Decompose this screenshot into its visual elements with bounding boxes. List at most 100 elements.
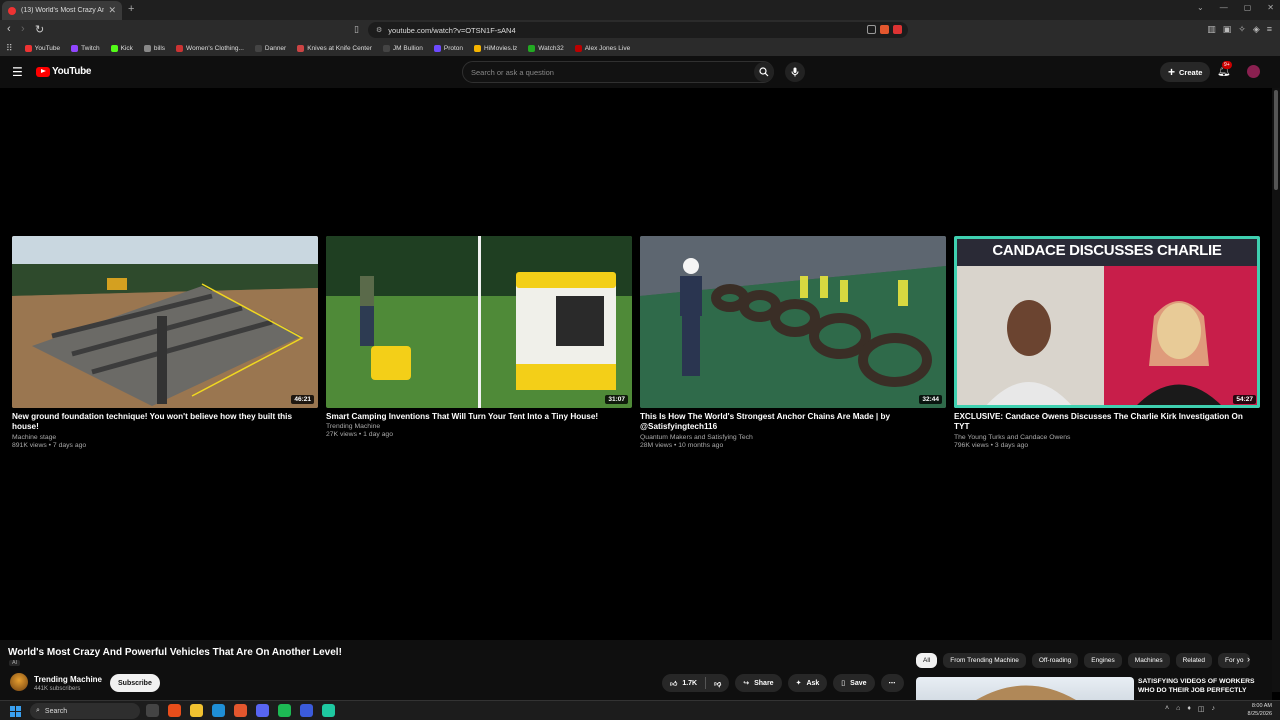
video-channel[interactable]: Quantum Makers and Satisfying Tech (640, 434, 946, 441)
search-input[interactable]: Search or ask a question (462, 61, 774, 83)
voice-search-button[interactable] (785, 62, 805, 82)
video-channel[interactable]: Machine stage (12, 434, 318, 441)
filter-chip[interactable]: Engines (1084, 653, 1122, 668)
bookmark-icon[interactable]: ▯ (354, 24, 359, 35)
end-screen-video-card[interactable]: 32:44 This Is How The World's Strongest … (640, 236, 946, 449)
video-title[interactable]: EXCLUSIVE: Candace Owens Discusses The C… (954, 412, 1260, 433)
bookmark-item[interactable]: JM Bullion (382, 44, 423, 52)
system-clock[interactable]: 8:00 AM 8/25/2026 (1240, 703, 1272, 718)
channel-name[interactable]: Trending Machine (34, 675, 102, 684)
page-scrollbar[interactable] (1272, 88, 1280, 692)
channel-avatar[interactable] (10, 673, 28, 691)
minimize-button[interactable]: — (1220, 3, 1228, 12)
app-icon[interactable] (322, 704, 335, 717)
browser-tab-active[interactable]: (13) World's Most Crazy And Po... ✕ (2, 1, 122, 20)
video-thumbnail[interactable]: 31:07 (326, 236, 632, 408)
save-button[interactable]: ▯ Save (833, 674, 875, 692)
guide-menu-icon[interactable]: ☰ (12, 65, 23, 79)
brave-icon[interactable] (234, 704, 247, 717)
bookmark-item[interactable]: Knives at Knife Center (297, 44, 372, 52)
brave-shields-icon[interactable] (880, 25, 889, 34)
chevron-up-icon[interactable]: ˄ (1165, 705, 1169, 713)
address-bar[interactable]: ⚙ youtube.com/watch?v=OTSN1F-sAN4 (368, 22, 908, 38)
create-button[interactable]: + Create (1160, 62, 1211, 82)
maximize-button[interactable]: ▢ (1244, 3, 1252, 12)
spotify-icon[interactable] (278, 704, 291, 717)
search-button[interactable] (754, 62, 774, 82)
ask-button[interactable]: ✦ Ask (787, 674, 828, 692)
video-channel[interactable]: The Young Turks and Candace Owens (954, 434, 1260, 441)
volume-icon[interactable]: ♪ (1212, 705, 1216, 713)
video-player[interactable]: 46:21 New ground foundation technique! Y… (0, 88, 1272, 640)
menu-icon[interactable]: ≡ (1267, 24, 1272, 35)
video-title[interactable]: New ground foundation technique! You won… (12, 412, 318, 433)
tab-close-icon[interactable]: ✕ (108, 5, 116, 16)
rewards-icon[interactable] (893, 25, 902, 34)
filter-chip[interactable]: Off-roading (1031, 653, 1079, 668)
close-window-button[interactable]: ✕ (1267, 3, 1274, 12)
end-screen-video-card[interactable]: CANDACE DISCUSSES CHARLIE 54:27 EXCLUSIV… (954, 236, 1260, 449)
recommended-thumbnail[interactable] (916, 677, 1134, 700)
bookmark-item[interactable]: YouTube (24, 44, 60, 52)
vpn-icon[interactable]: ◈ (1253, 24, 1260, 35)
pin-icon[interactable]: ♦ (1187, 705, 1191, 713)
filter-chip[interactable]: For yo (1218, 653, 1251, 668)
bookmark-item[interactable]: Twitch (71, 44, 100, 52)
subscribe-button[interactable]: Subscribe (110, 674, 160, 692)
end-screen-video-card[interactable]: 31:07 Smart Camping Inventions That Will… (326, 236, 632, 449)
site-info-icon[interactable]: ⚙ (376, 26, 382, 34)
discord-icon[interactable] (256, 704, 269, 717)
forward-icon[interactable]: › (21, 23, 25, 35)
chevron-down-icon[interactable]: ⌄ (1197, 3, 1204, 12)
bookmark-item[interactable]: bills (143, 44, 166, 52)
bookmark-item[interactable]: Alex Jones Live (574, 44, 630, 52)
like-button[interactable]: 👍︎ 1.7K (662, 679, 705, 688)
wifi-icon[interactable]: ◫ (1198, 705, 1205, 713)
browser-tools: ▥ ▣ ✧ ◈ ≡ (1207, 24, 1272, 35)
wallet-icon[interactable]: ▣ (1223, 24, 1232, 35)
youtube-logo[interactable]: YouTube (36, 66, 92, 77)
chrome-icon[interactable] (168, 704, 181, 717)
bookmark-item[interactable]: Women's Clothing... (176, 44, 244, 52)
share-button[interactable]: ↪ Share (735, 674, 782, 692)
new-tab-button[interactable]: + (128, 3, 134, 15)
recommended-title[interactable]: SATISFYING VIDEOS OF WORKERS WHO DO THEI… (1138, 678, 1268, 696)
reload-icon[interactable]: ↻ (35, 23, 44, 36)
video-thumbnail[interactable]: 46:21 (12, 236, 318, 408)
filter-chip[interactable]: Machines (1127, 653, 1170, 668)
filter-chip[interactable]: All (916, 653, 938, 668)
cast-icon[interactable] (867, 25, 876, 34)
filter-chip[interactable]: Related (1175, 653, 1213, 668)
scrollbar-thumb[interactable] (1274, 90, 1278, 190)
filter-chip[interactable]: From Trending Machine (943, 653, 1026, 668)
more-actions-button[interactable]: ⋯ (880, 674, 904, 692)
bookmark-item[interactable]: Proton (433, 44, 463, 52)
video-title[interactable]: Smart Camping Inventions That Will Turn … (326, 412, 632, 422)
dislike-button[interactable]: 👎︎ (706, 679, 729, 688)
bookmark-item[interactable]: Watch32 (528, 44, 564, 52)
bookmark-item[interactable]: Kick (110, 44, 133, 52)
video-thumbnail[interactable]: 32:44 (640, 236, 946, 408)
extensions-icon[interactable]: ✧ (1238, 24, 1246, 35)
account-avatar[interactable] (1247, 65, 1260, 78)
bookmark-item[interactable]: HiMovies.lz (474, 44, 517, 52)
end-screen-video-card[interactable]: 46:21 New ground foundation technique! Y… (12, 236, 318, 449)
windows-start-icon[interactable] (10, 706, 21, 717)
app-icon[interactable] (300, 704, 313, 717)
task-view-icon[interactable] (146, 704, 159, 717)
chevron-right-icon[interactable]: › (1247, 654, 1250, 664)
bookmark-item[interactable]: Danner (254, 44, 286, 52)
sidebar-icon[interactable]: ▥ (1207, 24, 1216, 35)
file-explorer-icon[interactable] (190, 704, 203, 717)
notifications-button[interactable]: 🔔︎ 9+ (1217, 61, 1232, 77)
edge-icon[interactable] (212, 704, 225, 717)
bookmark-label: bills (153, 44, 166, 52)
apps-grid-icon[interactable]: ⠿ (6, 43, 13, 54)
taskbar-search[interactable]: ⌕ Search (30, 703, 140, 719)
video-channel[interactable]: Trending Machine (326, 423, 632, 430)
back-icon[interactable]: ‹ (7, 23, 11, 35)
url-text[interactable]: youtube.com/watch?v=OTSN1F-sAN4 (388, 26, 515, 35)
network-icon[interactable]: ⌂ (1176, 705, 1180, 713)
video-title[interactable]: This Is How The World's Strongest Anchor… (640, 412, 946, 433)
video-thumbnail[interactable]: CANDACE DISCUSSES CHARLIE 54:27 (954, 236, 1260, 408)
